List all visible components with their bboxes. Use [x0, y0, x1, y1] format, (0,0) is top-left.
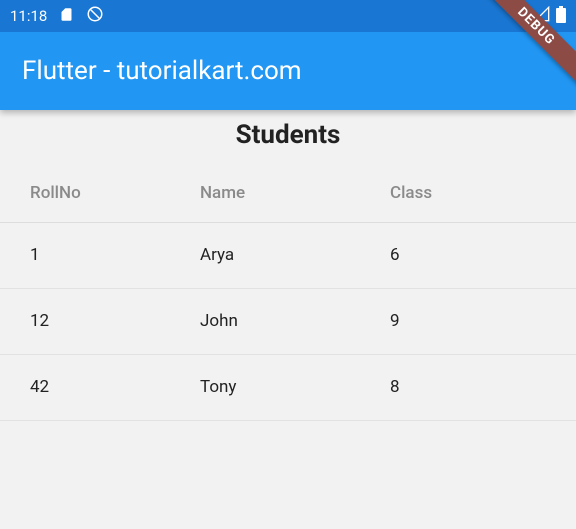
- students-table: RollNo Name Class 1 Arya 6 12 John 9 42 …: [0, 164, 576, 421]
- battery-icon: [556, 6, 566, 27]
- table-row[interactable]: 12 John 9: [0, 288, 576, 354]
- cell-name: John: [200, 288, 390, 354]
- status-bar-right: [510, 5, 566, 27]
- sd-card-icon: [59, 7, 74, 26]
- table-row[interactable]: 1 Arya 6: [0, 222, 576, 288]
- app-bar-title: Flutter - tutorialkart.com: [22, 56, 302, 86]
- cell-class: 6: [390, 222, 576, 288]
- cell-name: Tony: [200, 354, 390, 420]
- cell-rollno: 12: [0, 288, 200, 354]
- app-bar: Flutter - tutorialkart.com: [0, 32, 576, 110]
- column-header-class[interactable]: Class: [390, 164, 576, 222]
- table-row[interactable]: 42 Tony 8: [0, 354, 576, 420]
- column-header-rollno[interactable]: RollNo: [0, 164, 200, 222]
- cell-rollno: 42: [0, 354, 200, 420]
- status-bar: 11:18: [0, 0, 576, 32]
- cell-class: 9: [390, 288, 576, 354]
- cell-name: Arya: [200, 222, 390, 288]
- signal-icon: [534, 6, 550, 26]
- wifi-icon: [510, 5, 528, 27]
- cell-rollno: 1: [0, 222, 200, 288]
- table-header-row: RollNo Name Class: [0, 164, 576, 222]
- status-bar-left: 11:18: [10, 5, 104, 27]
- page-body: Students RollNo Name Class 1 Arya 6 12 J…: [0, 110, 576, 529]
- column-header-name[interactable]: Name: [200, 164, 390, 222]
- status-time: 11:18: [10, 7, 47, 25]
- page-heading: Students: [0, 110, 576, 164]
- cell-class: 8: [390, 354, 576, 420]
- dnd-icon: [86, 5, 104, 27]
